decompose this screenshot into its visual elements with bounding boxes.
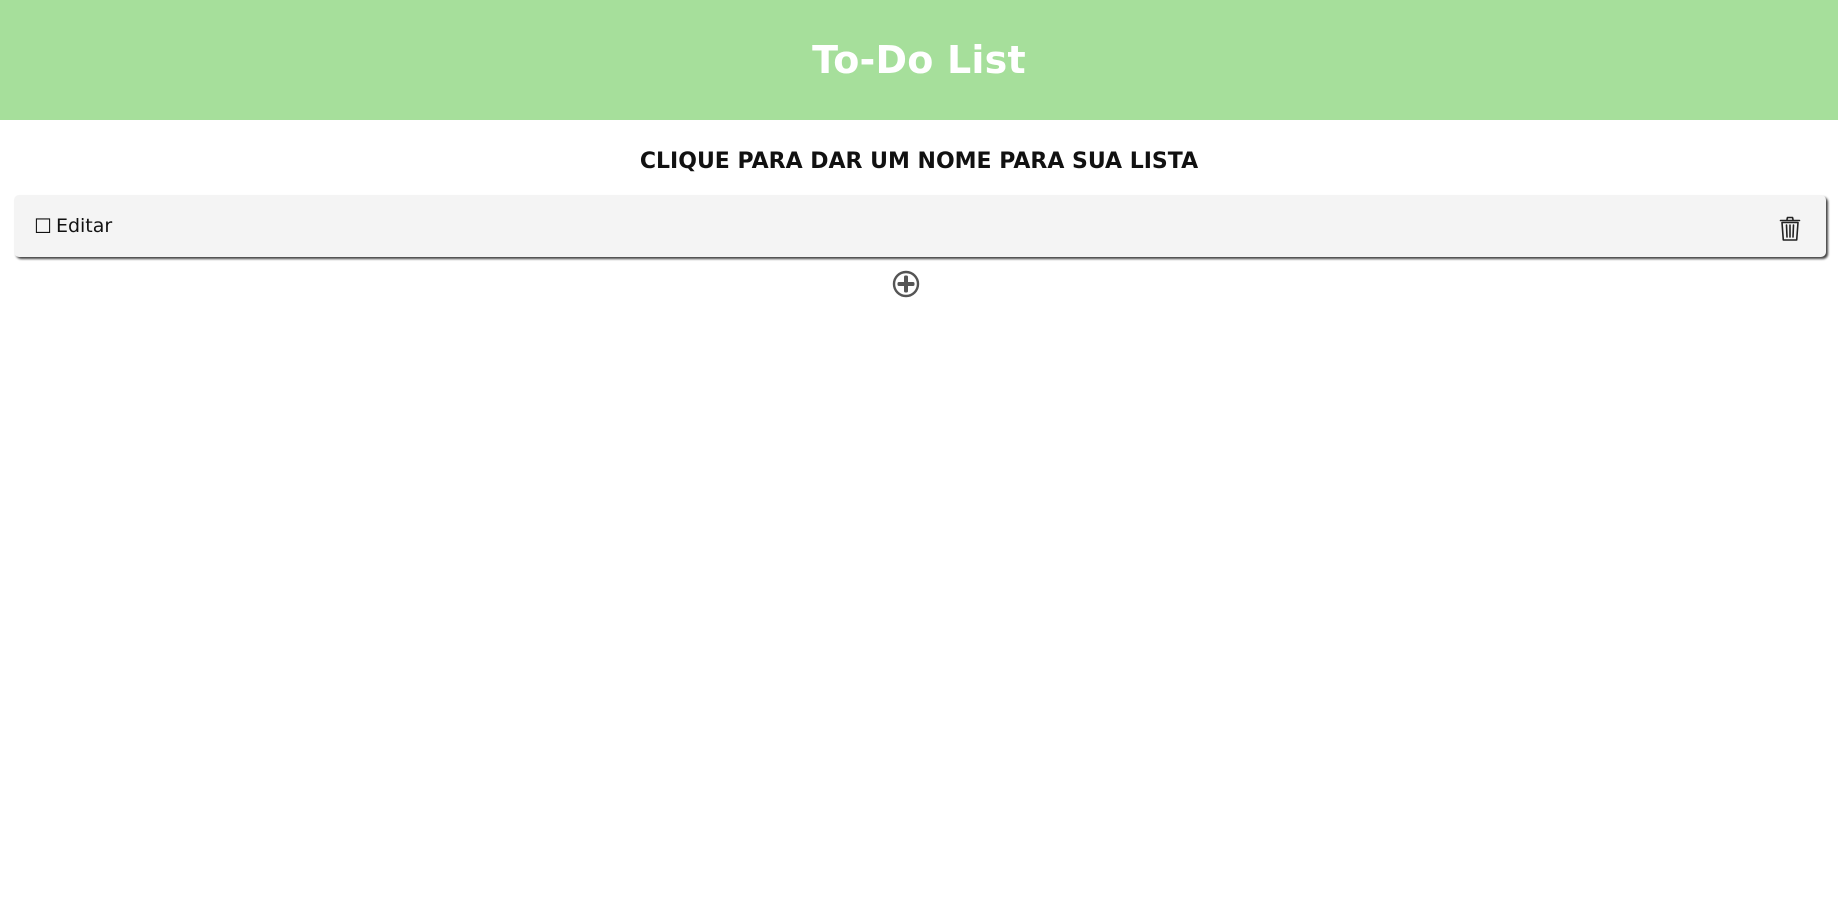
task-text[interactable]: Editar <box>56 215 112 237</box>
trash-icon[interactable] <box>1778 215 1802 243</box>
add-task-area <box>0 270 1838 298</box>
app-title: To-Do List <box>812 38 1026 82</box>
task-checkbox[interactable]: ☐ <box>34 216 52 236</box>
task-list: ☐ Editar <box>0 195 1838 257</box>
list-name-title[interactable]: CLIQUE PARA DAR UM NOME PARA SUA LISTA <box>0 147 1838 177</box>
task-item: ☐ Editar <box>14 195 1826 257</box>
plus-circle-icon[interactable] <box>892 270 920 298</box>
app-header: To-Do List <box>0 0 1838 120</box>
task-content: ☐ Editar <box>34 215 112 237</box>
